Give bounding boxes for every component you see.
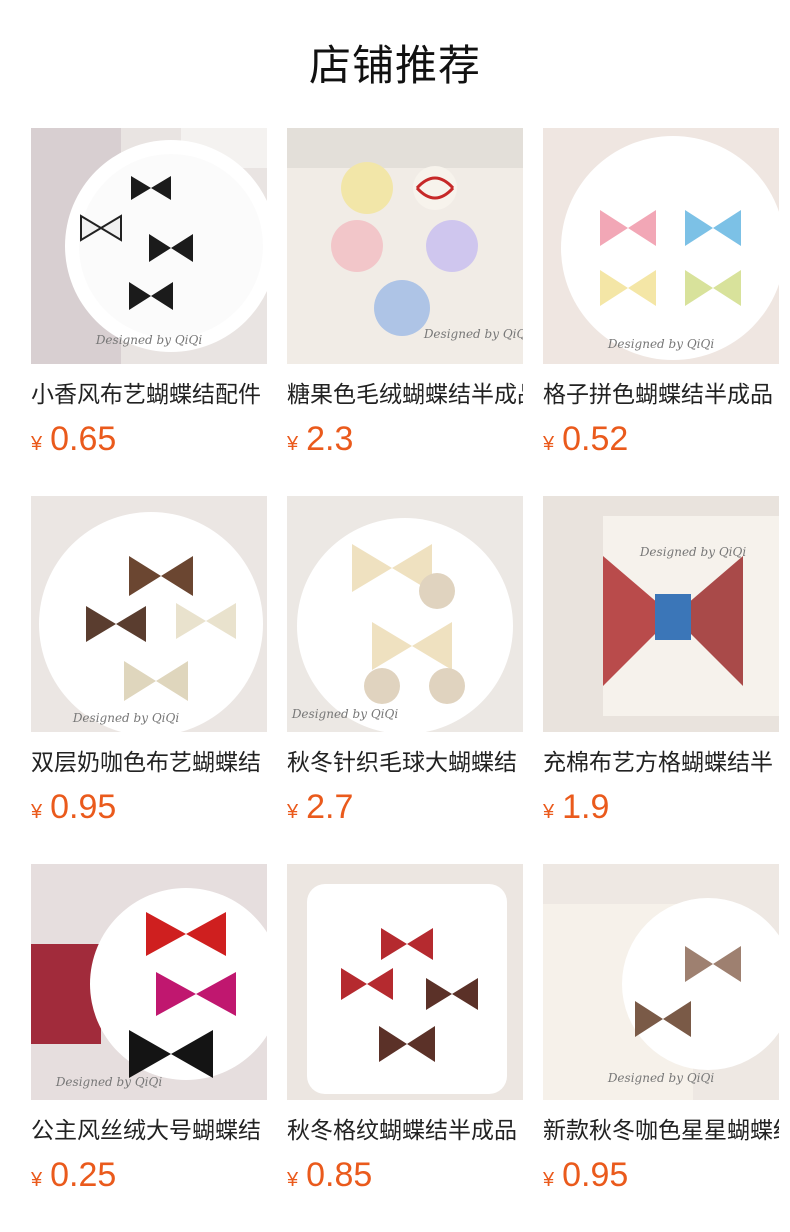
currency-symbol: ¥ (31, 1169, 43, 1191)
product-image[interactable]: Designed by QiQi (543, 864, 779, 1100)
product-price: ¥ 0.52 (543, 420, 779, 458)
product-title[interactable]: 充棉布艺方格蝴蝶结半 (543, 748, 779, 778)
svg-text:Designed by QiQi: Designed by QiQi (607, 337, 715, 351)
product-image[interactable]: Designed by QiQi (287, 128, 523, 364)
currency-symbol: ¥ (543, 433, 555, 455)
product-card[interactable]: Designed by QiQi 小香风布艺蝴蝶结配件 ¥ 0.65 (31, 128, 267, 458)
product-price: ¥ 2.3 (287, 420, 523, 458)
currency-symbol: ¥ (543, 801, 555, 823)
product-title[interactable]: 新款秋冬咖色星星蝴蝶结 (543, 1116, 779, 1146)
currency-symbol: ¥ (287, 1169, 299, 1191)
product-image[interactable]: Designed by QiQi (543, 128, 779, 364)
svg-text:Designed by QiQi: Designed by QiQi (639, 545, 747, 559)
product-image[interactable]: Designed by QiQi (287, 496, 523, 732)
currency-symbol: ¥ (543, 1169, 555, 1191)
section-header: 店铺推荐 (0, 0, 790, 128)
product-image[interactable]: Designed by QiQi (31, 128, 267, 364)
price-value: 0.52 (562, 420, 629, 458)
svg-text:Designed by QiQi: Designed by QiQi (423, 327, 523, 341)
price-value: 2.7 (306, 788, 354, 826)
svg-text:Designed by QiQi: Designed by QiQi (55, 1075, 163, 1089)
product-title[interactable]: 秋冬针织毛球大蝴蝶结 (287, 748, 523, 778)
product-title[interactable]: 糖果色毛绒蝴蝶结半成品 (287, 380, 523, 410)
product-price: ¥ 0.85 (287, 1156, 523, 1194)
product-card[interactable]: 秋冬格纹蝴蝶结半成品 ¥ 0.85 (287, 864, 523, 1194)
product-image[interactable]: Designed by QiQi (31, 496, 267, 732)
currency-symbol: ¥ (31, 433, 43, 455)
price-value: 2.3 (306, 420, 354, 458)
product-title[interactable]: 格子拼色蝴蝶结半成品 (543, 380, 779, 410)
svg-text:Designed by QiQi: Designed by QiQi (72, 711, 180, 725)
product-card[interactable]: Designed by QiQi 新款秋冬咖色星星蝴蝶结 ¥ 0.95 (543, 864, 779, 1194)
svg-text:Designed by QiQi: Designed by QiQi (95, 333, 203, 347)
product-card[interactable]: Designed by QiQi 公主风丝绒大号蝴蝶结 ¥ 0.25 (31, 864, 267, 1194)
currency-symbol: ¥ (287, 433, 299, 455)
price-value: 0.95 (50, 788, 117, 826)
price-value: 0.65 (50, 420, 117, 458)
product-title[interactable]: 秋冬格纹蝴蝶结半成品 (287, 1116, 523, 1146)
svg-text:Designed by QiQi: Designed by QiQi (291, 707, 399, 721)
currency-symbol: ¥ (31, 801, 43, 823)
product-title[interactable]: 双层奶咖色布艺蝴蝶结 (31, 748, 267, 778)
product-title[interactable]: 小香风布艺蝴蝶结配件 (31, 380, 267, 410)
product-card[interactable]: Designed by QiQi 秋冬针织毛球大蝴蝶结 ¥ 2.7 (287, 496, 523, 826)
product-price: ¥ 0.95 (31, 788, 267, 826)
product-image[interactable]: Designed by QiQi (543, 496, 779, 732)
product-price: ¥ 2.7 (287, 788, 523, 826)
product-price: ¥ 1.9 (543, 788, 779, 826)
price-value: 0.25 (50, 1156, 117, 1194)
product-price: ¥ 0.95 (543, 1156, 779, 1194)
currency-symbol: ¥ (287, 801, 299, 823)
product-card[interactable]: Designed by QiQi 充棉布艺方格蝴蝶结半 ¥ 1.9 (543, 496, 779, 826)
product-price: ¥ 0.25 (31, 1156, 267, 1194)
product-price: ¥ 0.65 (31, 420, 267, 458)
product-card[interactable]: Designed by QiQi 格子拼色蝴蝶结半成品 ¥ 0.52 (543, 128, 779, 458)
product-title[interactable]: 公主风丝绒大号蝴蝶结 (31, 1116, 267, 1146)
product-image[interactable] (287, 864, 523, 1100)
product-card[interactable]: Designed by QiQi 糖果色毛绒蝴蝶结半成品 ¥ 2.3 (287, 128, 523, 458)
section-title: 店铺推荐 (308, 40, 481, 90)
product-card[interactable]: Designed by QiQi 双层奶咖色布艺蝴蝶结 ¥ 0.95 (31, 496, 267, 826)
price-value: 0.95 (562, 1156, 629, 1194)
price-value: 0.85 (306, 1156, 373, 1194)
price-value: 1.9 (562, 788, 610, 826)
svg-text:Designed by QiQi: Designed by QiQi (607, 1071, 715, 1085)
product-image[interactable]: Designed by QiQi (31, 864, 267, 1100)
